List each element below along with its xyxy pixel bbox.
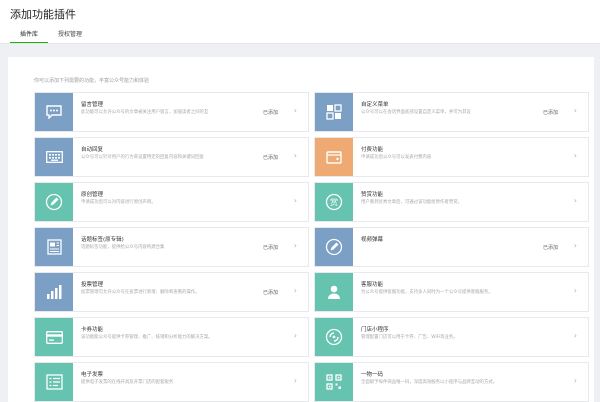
store-icon [315,318,353,356]
plugin-status: 已添加 [262,110,278,116]
menu-icon [315,93,353,131]
chevron-right-icon[interactable]: › [294,152,297,160]
chevron-right-icon[interactable]: › [574,287,577,295]
plugin-card[interactable]: 一物一码全面赋予每件商品唯一码，深度高效服务以小程序与品牌互动的方式。 › [314,362,589,402]
plugin-description: 申请成功后公众号可以发表付费内容 [361,155,432,160]
tab-divider [0,43,600,44]
qrcode-icon [315,363,353,401]
plugin-card[interactable]: 留言管理此功能可以允许公众号的文章被关注用户留言，加强读者之间的互 已添加 › [34,92,309,132]
intro-text: 你可以添加下列需要的功能，丰富公众号能力和体验 [34,78,150,84]
plugin-card[interactable]: 付费功能申请成功后公众号可以发表付费内容 › [314,137,589,177]
plugin-title: 付费功能 [361,147,384,153]
plugin-card[interactable]: 电子发票提供电子发票的在线开具及开票门店的配套服务 › [34,362,309,402]
plugin-description: 用户看到优秀文章后，可通过该功能给原作者赞赏。 [361,200,462,205]
keyboard-icon [35,138,73,176]
chevron-right-icon[interactable]: › [574,242,577,250]
plugin-status: 已添加 [262,155,278,161]
chevron-right-icon[interactable]: › [574,377,577,385]
plugin-card[interactable]: 门店小程序管理配置门店可以用于卡券、广告、WiFi等业务。 › [314,317,589,357]
plugin-description: 全面赋予每件商品唯一码，深度高效服务以小程序与品牌互动的方式。 [361,380,498,385]
pen-icon [315,228,353,266]
plugin-description: 提供电子发票的在线开具及开票门店的配套服务 [81,380,174,385]
chevron-right-icon[interactable]: › [574,152,577,160]
chevron-right-icon[interactable]: › [294,197,297,205]
plugin-description: 公众号可以针对用户的行为来设置特定的回复内容和关键词回复 [81,155,204,160]
tab-plugin-library[interactable]: 插件库 [10,26,49,44]
plugin-status: 已添加 [262,290,278,296]
plugin-card[interactable]: 自定义菜单公众号可以在会话界面底部设置自定义菜单，并可为其设 已添加 › [314,92,589,132]
plugin-description: 为公众号提供客服功能，支持多人同时为一个公众号提供客服服务。 [361,290,493,295]
plugin-title: 视频弹幕 [361,237,384,243]
chevron-right-icon[interactable]: › [294,332,297,340]
message-icon [35,93,73,131]
plugin-title: 电子发票 [81,372,104,378]
card-icon [35,318,73,356]
plugin-title: 门店小程序 [361,327,389,333]
plugin-title: 自定义菜单 [361,102,389,108]
plugin-title: 投票管理 [81,282,104,288]
plugin-description: 申请成功后可以对内容进行原创声明。 [81,200,156,205]
tab-authorization-management[interactable]: 授权管理 [48,26,92,44]
plugin-title: 赞赏功能 [361,192,384,198]
svg-text:赏: 赏 [330,197,338,207]
chevron-right-icon[interactable]: › [574,107,577,115]
chevron-right-icon[interactable]: › [574,332,577,340]
plugin-status: 已添加 [542,245,558,251]
tab-bar: 插件库 授权管理 [10,26,92,44]
chevron-right-icon[interactable]: › [294,287,297,295]
plugin-title: 留言管理 [81,102,104,108]
plugin-title: 自动回复 [81,147,104,153]
plugin-card[interactable]: 客服功能为公众号提供客服功能，支持多人同时为一个公众号提供客服服务。 › [314,272,589,312]
page-title: 添加功能插件 [10,8,76,21]
plugin-title: 一物一码 [361,372,384,378]
plugin-title: 原创管理 [81,192,104,198]
reward-icon: 赏 [315,183,353,221]
plugin-card[interactable]: 自动回复公众号可以针对用户的行为来设置特定的回复内容和关键词回复 已添加 › [34,137,309,177]
chevron-right-icon[interactable]: › [294,242,297,250]
plugin-card[interactable]: 话题标签(原专辑) 话题标签功能，提供给公众号内容构建合集 已添加 › [34,227,309,267]
plugin-card[interactable]: 视频弹幕已添加 › [314,227,589,267]
plugin-title: 卡券功能 [81,327,104,333]
pen-icon [35,183,73,221]
chart-icon [35,273,73,311]
plugin-title: 话题标签(原专辑) [81,237,124,243]
plugin-title: 客服功能 [361,282,384,288]
plugin-status: 已添加 [262,245,278,251]
plugin-description: 该功能能公众号提供卡券管理、推广、核销和分析能力的解决方案。 [81,335,213,340]
wallet-icon [315,138,353,176]
chevron-right-icon[interactable]: › [574,197,577,205]
plugin-status: 已添加 [542,110,558,116]
plugin-description: 投票管理可允许公众号在投票进行新增、删除和查看的操作。 [81,290,200,295]
top-bar: 添加功能插件 插件库 授权管理 [0,0,600,44]
chevron-right-icon[interactable]: › [294,107,297,115]
plugin-description: 管理配置门店可以用于卡券、广告、WiFi等业务。 [361,335,458,340]
plugin-card[interactable]: 投票管理投票管理可允许公众号在投票进行新增、删除和查看的操作。 已添加 › [34,272,309,312]
plugin-card[interactable]: 原创管理申请成功后可以对内容进行原创声明。 › [34,182,309,222]
plugin-description: 话题标签功能，提供给公众号内容构建合集 [81,245,165,250]
plugin-panel: 你可以添加下列需要的功能，丰富公众号能力和体验 留言管理此功能可以允许公众号的文… [8,57,594,402]
newspaper-icon [35,228,73,266]
plugin-card[interactable]: 赏 赞赏功能用户看到优秀文章后，可通过该功能给原作者赞赏。 › [314,182,589,222]
plugin-description: 公众号可以在会话界面底部设置自定义菜单，并可为其设 [361,110,471,115]
person-icon [315,273,353,311]
invoice-icon [35,363,73,401]
chevron-right-icon[interactable]: › [294,377,297,385]
plugin-description: 此功能可以允许公众号的文章被关注用户留言，加强读者之间的互 [81,110,209,115]
plugin-card[interactable]: 卡券功能该功能能公众号提供卡券管理、推广、核销和分析能力的解决方案。 › [34,317,309,357]
